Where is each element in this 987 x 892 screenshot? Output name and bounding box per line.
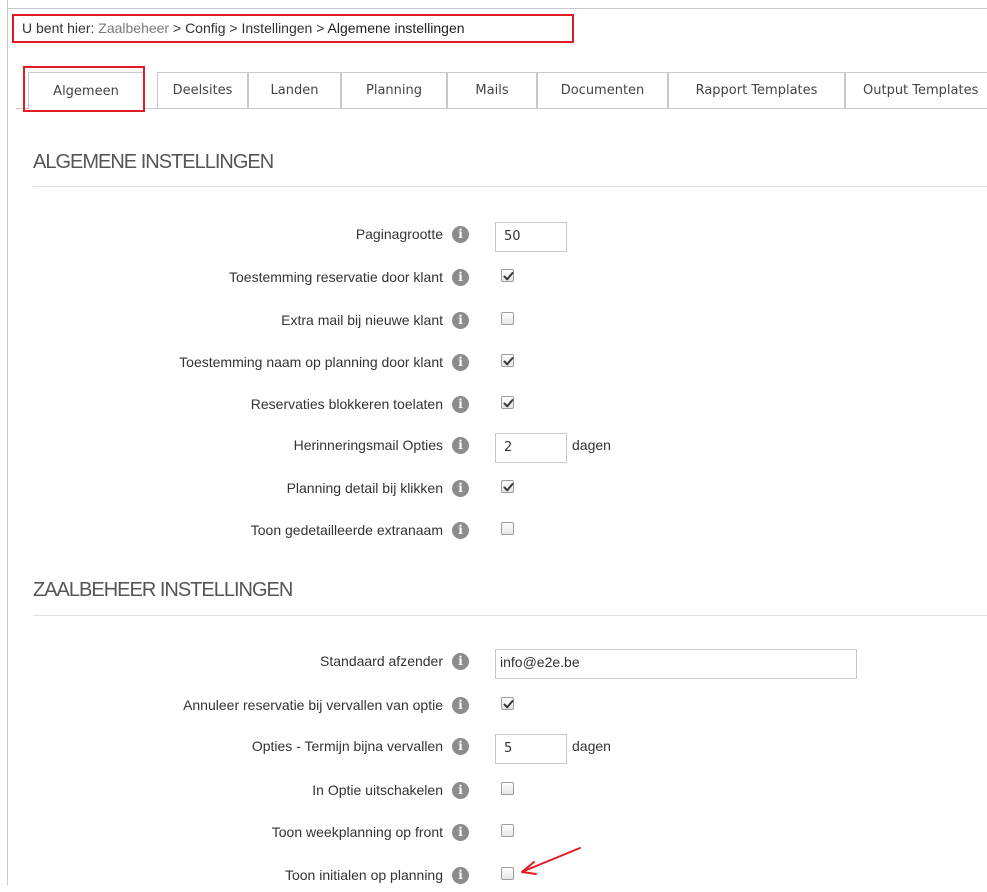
gedetailleerde-extranaam-checkbox[interactable] — [501, 522, 514, 535]
info-icon[interactable]: i — [452, 738, 469, 755]
info-icon[interactable]: i — [452, 480, 469, 497]
setting-row-herinneringsmail: Herinneringsmail Opties i 2 dagen — [0, 432, 987, 463]
tab-documenten[interactable]: Documenten — [537, 72, 668, 108]
info-icon[interactable]: i — [452, 269, 469, 286]
tab-output-templates[interactable]: Output Templates — [845, 72, 987, 108]
standaard-afzender-input[interactable]: info@e2e.be — [495, 649, 857, 679]
checkmark-icon — [503, 399, 514, 408]
checkmark-icon — [503, 483, 514, 492]
breadcrumb: U bent hier: Zaalbeheer > Config > Inste… — [12, 14, 574, 43]
in-optie-uitschakelen-checkbox[interactable] — [501, 782, 514, 795]
info-icon[interactable]: i — [452, 867, 469, 884]
setting-label: Toon weekplanning op front — [271, 824, 443, 840]
tab-rapport-templates[interactable]: Rapport Templates — [668, 72, 845, 108]
tab-algemeen[interactable]: Algemeen — [28, 72, 144, 109]
breadcrumb-separator: > — [316, 20, 325, 36]
paginagrootte-input[interactable]: 50 — [495, 222, 567, 252]
unit-label: dagen — [572, 437, 611, 453]
info-icon[interactable]: i — [452, 312, 469, 329]
annuleer-reservatie-checkbox[interactable] — [501, 697, 514, 710]
setting-row-toestemming-reservatie: Toestemming reservatie door klant i — [0, 264, 987, 294]
toestemming-naam-checkbox[interactable] — [501, 354, 514, 367]
tab-landen[interactable]: Landen — [248, 72, 341, 108]
info-icon[interactable]: i — [452, 437, 469, 454]
extra-mail-checkbox[interactable] — [501, 312, 514, 325]
setting-row-standaard-afzender: Standaard afzender i info@e2e.be — [0, 648, 987, 679]
breadcrumb-separator: > — [172, 20, 182, 36]
setting-row-in-optie-uitschakelen: In Optie uitschakelen i — [0, 777, 987, 807]
info-icon[interactable]: i — [452, 522, 469, 539]
breadcrumb-current: Algemene instellingen — [327, 20, 465, 36]
info-icon[interactable]: i — [452, 653, 469, 670]
unit-label: dagen — [572, 738, 611, 754]
setting-row-planning-detail: Planning detail bij klikken i — [0, 475, 987, 505]
info-icon[interactable]: i — [452, 226, 469, 243]
section-title-zaalbeheer: ZAALBEHEER INSTELLINGEN — [33, 579, 293, 601]
info-icon[interactable]: i — [452, 824, 469, 841]
setting-label: Toestemming naam op planning door klant — [179, 354, 443, 370]
setting-label: Standaard afzender — [320, 653, 443, 669]
herinneringsmail-input[interactable]: 2 — [495, 433, 567, 463]
reservaties-blokkeren-checkbox[interactable] — [501, 396, 514, 409]
section-divider — [33, 186, 987, 187]
content-frame-top — [7, 8, 987, 9]
tab-planning[interactable]: Planning — [341, 72, 447, 108]
setting-label: Opties - Termijn bijna vervallen — [251, 738, 443, 754]
info-icon[interactable]: i — [452, 697, 469, 714]
tab-mails[interactable]: Mails — [447, 72, 537, 108]
breadcrumb-separator: > — [229, 20, 238, 36]
setting-label: Toon gedetailleerde extranaam — [250, 522, 443, 538]
setting-row-paginagrootte: Paginagrootte i 50 — [0, 221, 987, 252]
setting-row-initialen-planning: Toon initialen op planning i — [0, 862, 987, 892]
section-divider — [33, 615, 987, 616]
setting-row-toestemming-naam: Toestemming naam op planning door klant … — [0, 349, 987, 379]
info-icon[interactable]: i — [452, 396, 469, 413]
setting-row-gedetailleerde-extranaam: Toon gedetailleerde extranaam i — [0, 517, 987, 547]
checkmark-icon — [503, 700, 514, 709]
setting-label: Extra mail bij nieuwe klant — [281, 312, 443, 328]
setting-label: Herinneringsmail Opties — [293, 437, 443, 453]
setting-row-termijn-vervallen: Opties - Termijn bijna vervallen i 5 dag… — [0, 733, 987, 764]
setting-row-weekplanning-front: Toon weekplanning op front i — [0, 819, 987, 849]
setting-label: In Optie uitschakelen — [312, 782, 443, 798]
setting-row-annuleer-reservatie: Annuleer reservatie bij vervallen van op… — [0, 692, 987, 722]
termijn-vervallen-input[interactable]: 5 — [495, 734, 567, 764]
tab-bar: Algemeen Deelsites Landen Planning Mails… — [16, 72, 987, 109]
tab-deelsites[interactable]: Deelsites — [157, 72, 248, 108]
section-title-algemene: ALGEMENE INSTELLINGEN — [33, 151, 274, 173]
breadcrumb-prefix: U bent hier: — [22, 20, 95, 36]
setting-label: Planning detail bij klikken — [286, 480, 443, 496]
info-icon[interactable]: i — [452, 354, 469, 371]
checkmark-icon — [503, 272, 514, 281]
red-arrow-icon — [521, 847, 581, 875]
checkmark-icon — [503, 357, 514, 366]
initialen-planning-checkbox[interactable] — [501, 867, 514, 880]
info-icon[interactable]: i — [452, 782, 469, 799]
setting-label: Toon initialen op planning — [284, 867, 443, 883]
weekplanning-front-checkbox[interactable] — [501, 824, 514, 837]
setting-label: Toestemming reservatie door klant — [229, 269, 443, 285]
setting-row-reservaties-blokkeren: Reservaties blokkeren toelaten i — [0, 391, 987, 421]
breadcrumb-item-instellingen[interactable]: Instellingen — [242, 20, 313, 36]
planning-detail-checkbox[interactable] — [501, 480, 514, 493]
breadcrumb-item-config[interactable]: Config — [185, 20, 225, 36]
setting-label: Annuleer reservatie bij vervallen van op… — [183, 697, 443, 713]
breadcrumb-item-zaalbeheer[interactable]: Zaalbeheer — [98, 20, 169, 36]
setting-row-extra-mail: Extra mail bij nieuwe klant i — [0, 307, 987, 337]
toestemming-reservatie-checkbox[interactable] — [501, 269, 514, 282]
setting-label: Reservaties blokkeren toelaten — [250, 396, 443, 412]
setting-label: Paginagrootte — [355, 226, 443, 242]
